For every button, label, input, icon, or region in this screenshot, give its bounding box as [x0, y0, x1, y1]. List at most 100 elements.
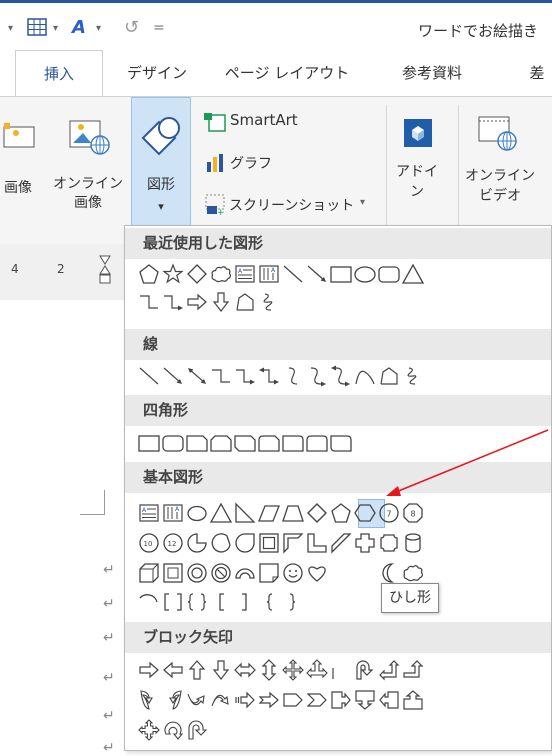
quad-arrow-shape-icon[interactable]: [281, 658, 305, 682]
donut-shape-icon[interactable]: [185, 561, 209, 585]
pentagon-arrow-shape-icon[interactable]: [281, 688, 305, 712]
rectangle-shape-icon[interactable]: [329, 262, 353, 286]
freeform-shape-icon[interactable]: [233, 290, 257, 314]
curved-left-arrow-shape-icon[interactable]: [161, 688, 185, 712]
diamond-shape-icon[interactable]: [305, 501, 329, 525]
octagon-shape-icon[interactable]: 8: [401, 501, 425, 525]
curved-arrow-connector-shape-icon[interactable]: [305, 364, 329, 388]
round-same-side-rectangle-shape-icon[interactable]: [305, 431, 329, 455]
left-brace-shape-icon[interactable]: [257, 590, 281, 614]
round-single-corner-rectangle-shape-icon[interactable]: [281, 431, 305, 455]
double-brace-shape-icon[interactable]: [185, 590, 209, 614]
line-shape-icon[interactable]: [281, 262, 305, 286]
rectangle-shape-icon[interactable]: [137, 431, 161, 455]
folded-corner-shape-icon[interactable]: [257, 561, 281, 585]
bevel-shape-icon[interactable]: [161, 561, 185, 585]
elbow-arrow-connector-shape-icon[interactable]: [161, 290, 185, 314]
tab-insert[interactable]: 挿入: [15, 50, 103, 96]
quad-arrow-callout-shape-icon[interactable]: [137, 718, 161, 742]
pentagon-shape-icon[interactable]: [137, 262, 161, 286]
left-arrow-shape-icon[interactable]: [161, 658, 185, 682]
arrow-line-shape-icon[interactable]: [305, 262, 329, 286]
no-symbol-shape-icon[interactable]: [209, 561, 233, 585]
textbox-shape-icon[interactable]: A: [233, 262, 257, 286]
freeform-shape-icon[interactable]: [377, 364, 401, 388]
snip-round-rectangle-shape-icon[interactable]: [257, 431, 281, 455]
rounded-rectangle-shape-icon[interactable]: [377, 262, 401, 286]
circular-arrow-shape-icon[interactable]: [161, 718, 185, 742]
line-shape-icon[interactable]: [137, 364, 161, 388]
round-diagonal-rectangle-shape-icon[interactable]: [329, 431, 353, 455]
frame-shape-icon[interactable]: [257, 531, 281, 555]
vertical-textbox-shape-icon[interactable]: A: [161, 501, 185, 525]
rounded-rectangle-shape-icon[interactable]: [161, 431, 185, 455]
right-arrow-shape-icon[interactable]: [185, 290, 209, 314]
diagonal-stripe-shape-icon[interactable]: [329, 531, 353, 555]
hexagon-shape-icon[interactable]: [353, 501, 377, 525]
elbow-double-arrow-connector-shape-icon[interactable]: [257, 364, 281, 388]
plaque-shape-icon[interactable]: [377, 531, 401, 555]
qat-caret[interactable]: ▾: [8, 23, 13, 34]
tab-mailings[interactable]: 差: [522, 50, 552, 96]
teardrop-shape-icon[interactable]: [233, 531, 257, 555]
block-arc-shape-icon[interactable]: [233, 561, 257, 585]
online-picture-icon[interactable]: [67, 117, 111, 159]
oval-shape-icon[interactable]: [353, 262, 377, 286]
curved-down-arrow-shape-icon[interactable]: [209, 688, 233, 712]
down-arrow-shape-icon[interactable]: [209, 290, 233, 314]
heptagon-shape-icon[interactable]: 7: [377, 501, 401, 525]
down-arrow-callout-shape-icon[interactable]: [353, 688, 377, 712]
cross-shape-icon[interactable]: [353, 531, 377, 555]
curved-double-arrow-connector-shape-icon[interactable]: [329, 364, 353, 388]
tab-page-layout[interactable]: ページ レイアウト: [222, 50, 352, 96]
l-shape-icon[interactable]: [305, 531, 329, 555]
left-right-up-arrow-shape-icon[interactable]: [305, 658, 329, 682]
curved-connector-shape-icon[interactable]: [281, 364, 305, 388]
arc-shape-icon[interactable]: [137, 590, 161, 614]
dodecagon-shape-icon[interactable]: 12: [161, 531, 185, 555]
curved-up-arrow-shape-icon[interactable]: [185, 688, 209, 712]
right-triangle-shape-icon[interactable]: [233, 501, 257, 525]
tab-references[interactable]: 参考資料: [392, 50, 472, 96]
chevron-shape-icon[interactable]: [305, 688, 329, 712]
left-up-arrow-shape-icon[interactable]: [377, 658, 401, 682]
chord-shape-icon[interactable]: [209, 531, 233, 555]
moon-shape-icon[interactable]: [377, 561, 401, 585]
scribble-shape-icon[interactable]: [401, 364, 425, 388]
chart-label[interactable]: グラフ: [230, 153, 272, 173]
vertical-textbox-shape-icon[interactable]: A: [257, 262, 281, 286]
right-arrow-callout-shape-icon[interactable]: [329, 688, 353, 712]
bent-arrow-shape-icon[interactable]: [329, 658, 353, 682]
triangle-shape-icon[interactable]: [401, 262, 425, 286]
diamond-shape-icon[interactable]: [185, 262, 209, 286]
trapezoid-shape-icon[interactable]: [281, 501, 305, 525]
bent-up-arrow-shape-icon[interactable]: [401, 658, 425, 682]
oval-shape-icon[interactable]: [185, 501, 209, 525]
u-turn-down-arrow-shape-icon[interactable]: [185, 718, 209, 742]
cloud-shape-icon[interactable]: [209, 262, 233, 286]
snip-diagonal-rectangle-shape-icon[interactable]: [233, 431, 257, 455]
arrow-line-shape-icon[interactable]: [161, 364, 185, 388]
up-arrow-shape-icon[interactable]: [185, 658, 209, 682]
up-down-arrow-shape-icon[interactable]: [257, 658, 281, 682]
wordart-caret[interactable]: ▾: [96, 23, 101, 34]
right-bracket-shape-icon[interactable]: [233, 590, 257, 614]
textbox-shape-icon[interactable]: A: [137, 501, 161, 525]
chart-icon[interactable]: [206, 154, 226, 176]
screenshot-icon[interactable]: +: [204, 194, 228, 220]
elbow-connector-shape-icon[interactable]: [137, 290, 161, 314]
curved-right-arrow-shape-icon[interactable]: [137, 688, 161, 712]
cloud-shape-icon[interactable]: [401, 561, 425, 585]
double-bracket-shape-icon[interactable]: [161, 590, 185, 614]
shapes-button[interactable]: 図形 ▾: [131, 97, 191, 232]
left-arrow-callout-shape-icon[interactable]: [377, 688, 401, 712]
online-video-icon[interactable]: [475, 113, 519, 157]
redo-icon[interactable]: ↺: [124, 17, 139, 38]
decagon-shape-icon[interactable]: 10: [137, 531, 161, 555]
screenshot-label[interactable]: スクリーンショット: [229, 195, 354, 215]
right-brace-shape-icon[interactable]: [281, 590, 305, 614]
half-frame-shape-icon[interactable]: [281, 531, 305, 555]
star-shape-icon[interactable]: [161, 262, 185, 286]
triangle-shape-icon[interactable]: [209, 501, 233, 525]
striped-right-arrow-shape-icon[interactable]: [233, 688, 257, 712]
